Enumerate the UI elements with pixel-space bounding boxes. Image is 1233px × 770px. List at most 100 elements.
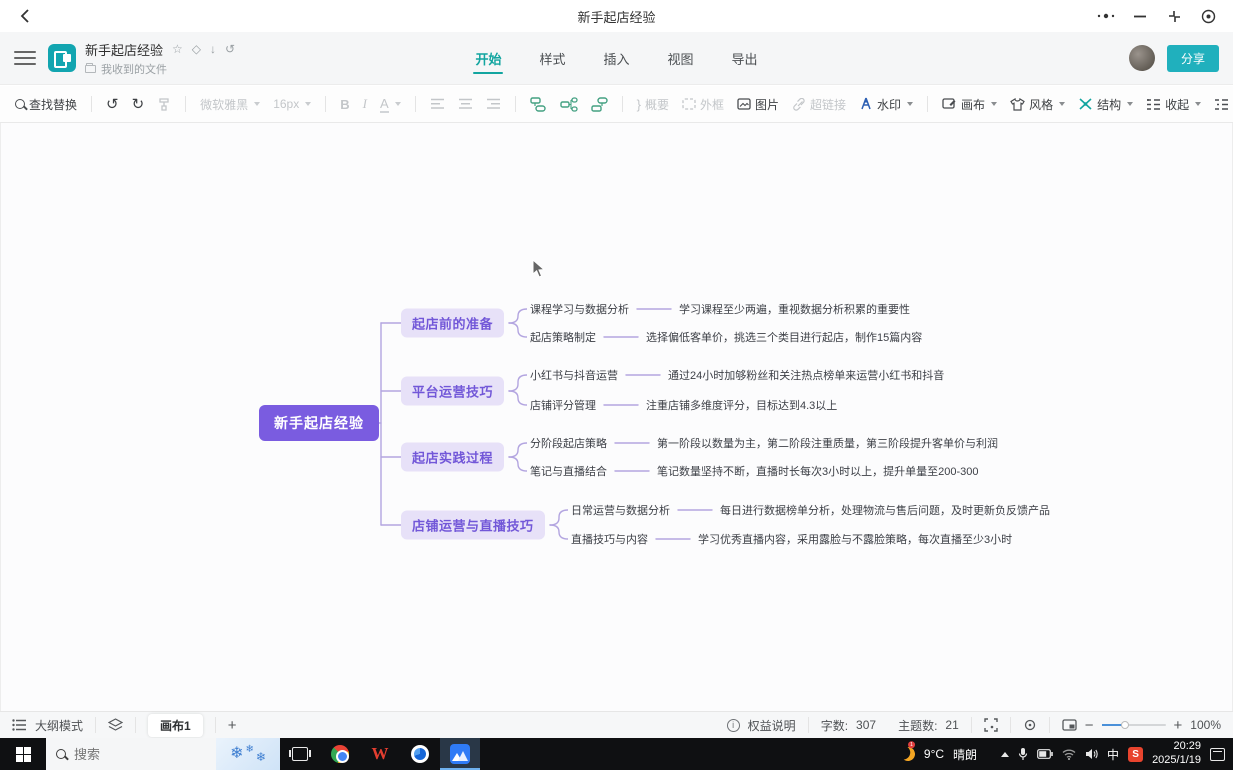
detail-node[interactable]: 选择偏低客单价，挑选三个类目进行起店，制作15篇内容 xyxy=(646,329,922,345)
weather-desc[interactable]: 晴朗 xyxy=(953,746,977,763)
outer-frame-button[interactable]: 外框 xyxy=(679,92,727,117)
tab-export[interactable]: 导出 xyxy=(730,43,760,74)
canvas-tab[interactable]: 画布1 xyxy=(148,714,203,737)
find-replace-button[interactable]: 查找替换 xyxy=(12,92,80,117)
history-icon[interactable]: ↺ xyxy=(225,43,235,55)
tab-insert[interactable]: 插入 xyxy=(601,43,631,74)
detail-node[interactable]: 通过24小时加够粉丝和关注热点榜单来运营小红书和抖音 xyxy=(668,367,944,383)
weather-temp[interactable]: 9°C xyxy=(924,747,944,761)
canvas-settings-button[interactable]: 画布 xyxy=(939,92,1000,117)
font-family-select[interactable]: 微软雅黑 xyxy=(197,92,263,117)
start-button[interactable] xyxy=(0,738,46,770)
wifi-icon[interactable] xyxy=(1062,749,1076,760)
back-button[interactable] xyxy=(10,4,40,28)
outline-mode-button[interactable]: 大纲模式 xyxy=(35,717,83,734)
minimap-icon[interactable] xyxy=(1062,719,1077,731)
more-options-icon[interactable] xyxy=(1091,4,1121,28)
weather-moon-icon[interactable]: 1 xyxy=(899,745,917,763)
detail-node[interactable]: 笔记数量坚持不断，直播时长每次3小时以上，提升单量至200-300 xyxy=(657,463,979,479)
collapse-button[interactable]: 收起 xyxy=(1143,92,1204,117)
taskbar-search[interactable] xyxy=(46,738,216,770)
browser-app[interactable] xyxy=(400,738,440,770)
notification-center-icon[interactable] xyxy=(1210,748,1225,761)
bold-button[interactable]: B xyxy=(337,93,352,116)
structure-button[interactable]: 结构 xyxy=(1075,92,1136,117)
detail-node[interactable]: 第一阶段以数量为主，第二阶段注重质量，第三阶段提升客单价与利润 xyxy=(657,435,998,451)
locate-center-icon[interactable] xyxy=(1023,718,1037,732)
insert-child-topic-button[interactable] xyxy=(557,93,581,116)
align-right-button[interactable] xyxy=(483,94,504,114)
battery-icon[interactable] xyxy=(1037,749,1053,759)
search-input[interactable] xyxy=(74,747,184,762)
branch-node[interactable]: 店铺运营与直播技巧 xyxy=(401,511,545,540)
root-node[interactable]: 新手起店经验 xyxy=(259,405,379,441)
restore-button[interactable] xyxy=(1159,4,1189,28)
zoom-in-button[interactable]: + xyxy=(1174,717,1183,734)
sogou-icon[interactable]: S xyxy=(1128,747,1143,762)
layers-icon[interactable] xyxy=(108,718,123,732)
mindmap-app[interactable] xyxy=(440,738,480,770)
share-button[interactable]: 分享 xyxy=(1167,45,1219,72)
topic-node[interactable]: 小红书与抖音运营 xyxy=(530,367,618,383)
topic-node[interactable]: 分阶段起店策略 xyxy=(530,435,607,451)
download-icon[interactable]: ↓ xyxy=(210,43,216,55)
topic-node[interactable]: 笔记与直播结合 xyxy=(530,463,607,479)
microphone-icon[interactable] xyxy=(1018,747,1028,761)
tag-icon[interactable]: ◇ xyxy=(192,43,201,55)
undo-button[interactable]: ↺ xyxy=(103,93,122,116)
fit-screen-icon[interactable] xyxy=(984,718,998,732)
topic-node[interactable]: 课程学习与数据分析 xyxy=(530,301,629,317)
style-button[interactable]: 风格 xyxy=(1007,92,1068,117)
detail-node[interactable]: 每日进行数据榜单分析，处理物流与售后问题，及时更新负反馈产品 xyxy=(720,502,1050,518)
summary-button[interactable]: } 概要 xyxy=(634,92,672,117)
font-color-button[interactable]: A xyxy=(377,92,404,117)
zoom-out-button[interactable]: − xyxy=(1085,717,1094,734)
zoom-slider[interactable] xyxy=(1102,724,1166,726)
add-canvas-button[interactable]: + xyxy=(228,717,237,734)
format-painter-button[interactable] xyxy=(154,93,174,115)
align-left-button[interactable] xyxy=(427,94,448,114)
detail-node[interactable]: 注重店铺多维度评分，目标达到4.3以上 xyxy=(646,397,837,413)
user-avatar[interactable] xyxy=(1129,45,1155,71)
topic-node[interactable]: 直播技巧与内容 xyxy=(571,531,648,547)
target-record-icon[interactable] xyxy=(1193,4,1223,28)
menu-icon[interactable] xyxy=(14,47,36,69)
expand-button[interactable]: 展开 xyxy=(1211,92,1233,117)
branch-node[interactable]: 起店前的准备 xyxy=(401,309,504,338)
speaker-icon[interactable] xyxy=(1085,748,1098,760)
topic-node[interactable]: 起店策略制定 xyxy=(530,329,596,345)
task-view-button[interactable] xyxy=(280,738,320,770)
doc-location[interactable]: 我收到的文件 xyxy=(101,61,167,77)
tab-style[interactable]: 样式 xyxy=(537,43,567,74)
chrome-app[interactable] xyxy=(320,738,360,770)
zoom-slider-knob[interactable] xyxy=(1121,721,1129,729)
topic-node[interactable]: 店铺评分管理 xyxy=(530,397,596,413)
rights-link[interactable]: 权益说明 xyxy=(748,717,796,734)
detail-node[interactable]: 学习优秀直播内容，采用露脸与不露脸策略，每次直播至少3小时 xyxy=(698,531,1012,547)
tab-start[interactable]: 开始 xyxy=(473,43,503,74)
tab-view[interactable]: 视图 xyxy=(666,43,696,74)
align-center-button[interactable] xyxy=(455,94,476,114)
branch-node[interactable]: 起店实践过程 xyxy=(401,443,504,472)
wps-app[interactable]: W xyxy=(360,738,400,770)
star-icon[interactable]: ☆ xyxy=(172,43,183,55)
mindmap-canvas[interactable]: 新手起店经验 起店前的准备 课程学习与数据分析 学习课程至少两遍，重视数据分析积累的重… xyxy=(0,123,1233,711)
redo-button[interactable]: ↻ xyxy=(129,93,148,116)
italic-button[interactable]: I xyxy=(360,92,370,116)
ime-indicator[interactable]: 中 xyxy=(1107,746,1119,763)
watermark-button[interactable]: 水印 xyxy=(856,92,916,117)
image-button[interactable]: 图片 xyxy=(734,92,782,117)
hidden-icons-chevron[interactable] xyxy=(1001,752,1009,757)
topic-node[interactable]: 日常运营与数据分析 xyxy=(571,502,670,518)
branch-node[interactable]: 平台运营技巧 xyxy=(401,377,504,406)
divider xyxy=(135,717,136,733)
weather-widget[interactable]: ❄ ❄ ❄ xyxy=(216,738,280,770)
font-size-select[interactable]: 16px xyxy=(270,93,314,115)
outline-mode-icon xyxy=(12,719,27,731)
detail-node[interactable]: 学习课程至少两遍，重视数据分析积累的重要性 xyxy=(679,301,910,317)
insert-sibling-topic-button[interactable] xyxy=(527,93,550,116)
minimize-button[interactable] xyxy=(1125,4,1155,28)
taskbar-clock[interactable]: 20:29 2025/1/19 xyxy=(1152,740,1201,768)
hyperlink-button[interactable]: 超链接 xyxy=(789,92,849,117)
insert-parent-topic-button[interactable] xyxy=(588,93,611,116)
